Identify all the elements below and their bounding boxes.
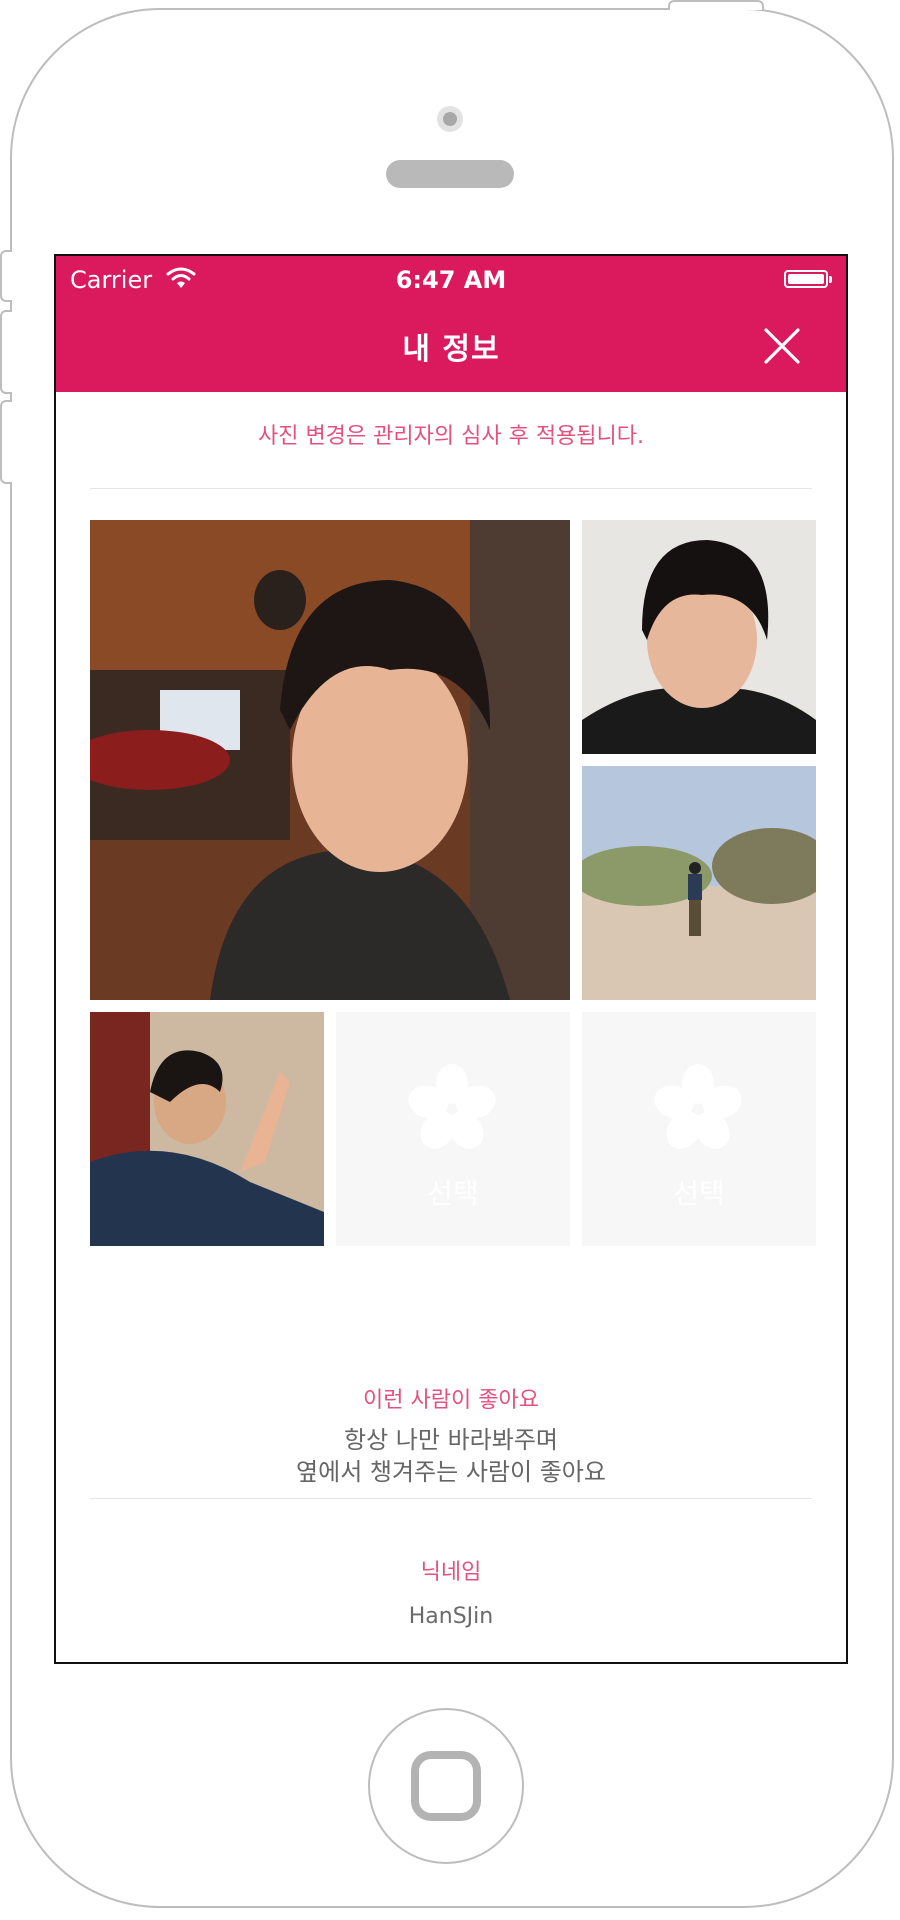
flower-icon: [654, 1064, 742, 1149]
app-screen: Carrier 6:47 AM 내 정보 사진 변경은 관리자의 심사 후 적용…: [54, 254, 848, 1664]
home-square-icon: [411, 1751, 481, 1821]
divider: [90, 1498, 812, 1499]
app-header: Carrier 6:47 AM 내 정보: [56, 256, 846, 392]
profile-photo-2[interactable]: [582, 520, 816, 754]
empty-photo-slot[interactable]: 선택: [336, 1012, 570, 1246]
nickname-label: 닉네임: [420, 1560, 482, 1585]
empty-photo-slot[interactable]: 선택: [582, 1012, 816, 1246]
ideal-type-line-2: 옆에서 챙겨주는 사람이 좋아요: [296, 1458, 606, 1486]
close-icon[interactable]: [762, 326, 802, 366]
divider: [90, 488, 812, 489]
flower-icon: [408, 1064, 496, 1149]
front-camera: [437, 106, 463, 132]
phone-volume-down: [0, 400, 12, 484]
home-button[interactable]: [368, 1708, 524, 1864]
status-bar: Carrier 6:47 AM: [56, 256, 846, 306]
profile-photo-3[interactable]: [582, 766, 816, 1000]
nickname-value: HanSJin: [408, 1604, 494, 1629]
battery-icon: [784, 270, 832, 288]
status-time: 6:47 AM: [395, 266, 507, 294]
earpiece-speaker: [386, 160, 514, 188]
ideal-type-line-1: 항상 나만 바라봐주며: [344, 1426, 558, 1454]
main-profile-photo[interactable]: [90, 520, 570, 1000]
phone-mute-switch: [0, 250, 12, 302]
ideal-type-label: 이런 사람이 좋아요: [363, 1388, 539, 1413]
select-label: 선택: [427, 1177, 479, 1210]
profile-photo-4[interactable]: [90, 1012, 324, 1246]
select-label: 선택: [673, 1177, 725, 1210]
phone-power-button: [668, 0, 764, 10]
photo-review-notice: 사진 변경은 관리자의 심사 후 적용됩니다.: [257, 424, 645, 449]
phone-volume-up: [0, 310, 12, 394]
page-title: 내 정보: [402, 332, 500, 367]
